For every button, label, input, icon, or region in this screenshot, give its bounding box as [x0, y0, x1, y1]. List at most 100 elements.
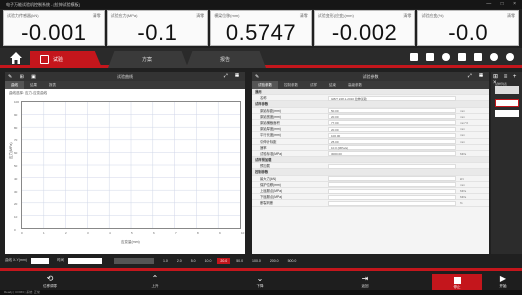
- scale-chip[interactable]: 2.0: [174, 258, 185, 264]
- x-tick-label: 1: [43, 231, 45, 235]
- param-key: 原始横截面积: [260, 120, 280, 125]
- param-unit: mm^2: [460, 120, 469, 125]
- scale-select[interactable]: [113, 257, 154, 264]
- readout-value: -0.0: [448, 20, 489, 45]
- param-key: 通用: [255, 90, 262, 94]
- subtab-result[interactable]: 结果: [24, 81, 43, 89]
- param-value-input[interactable]: 20.00: [328, 126, 456, 132]
- zero-button[interactable]: 清零: [300, 13, 308, 19]
- param-value-input[interactable]: [328, 188, 456, 194]
- settings-icon[interactable]: [490, 53, 498, 61]
- camera-icon[interactable]: [442, 53, 450, 61]
- maximize-button[interactable]: □: [501, 1, 504, 7]
- param-value-input[interactable]: GB/T 228.1-2010 拉伸试验: [328, 95, 456, 101]
- panel-header: ✎ 试验参数 ⤢ ▦: [252, 72, 489, 81]
- filter-input[interactable]: [30, 257, 49, 264]
- panel-window-icons[interactable]: ⤢ ▦: [224, 72, 242, 81]
- scale-chip[interactable]: 1.0: [160, 258, 171, 264]
- reset-icon: ⟲: [46, 274, 54, 283]
- x-tick-label: 6: [153, 231, 155, 235]
- y-tick-label: 20: [14, 202, 18, 207]
- param-value-input[interactable]: 50.00: [328, 108, 456, 114]
- param-unit: %: [460, 201, 463, 206]
- scale-chip[interactable]: 20.0: [217, 257, 231, 264]
- curve-selector-caption[interactable]: 曲线选择: 应力-应变曲线: [9, 91, 47, 96]
- params-subtab[interactable]: 结束: [323, 81, 342, 89]
- readout-bar: 试验力传感器(kN) 清零 -0.001 试验应力(MPa) 清零 -0.1 横…: [3, 10, 519, 46]
- title-bar: 电子万能试验机控制系统 - [拉伸试验模板] — □ ×: [0, 0, 522, 9]
- chart-plot: [21, 101, 241, 229]
- nav-bar: 试验 方案 报告: [0, 48, 522, 68]
- param-key: 下屈服点(MPa): [260, 195, 283, 200]
- readout-label: 试验力传感器(kN): [7, 13, 39, 18]
- monitor-icon[interactable]: [474, 53, 482, 61]
- param-key: 试样参数: [255, 102, 269, 107]
- param-value-input[interactable]: [328, 200, 456, 206]
- specimen-strip: ⊞ ≡ + × 试样列表: [491, 72, 522, 254]
- subtab-report[interactable]: 报表: [43, 81, 62, 89]
- print-icon[interactable]: [410, 53, 418, 61]
- readout-value: -0.1: [137, 20, 178, 45]
- tab-label: 报告: [220, 57, 231, 63]
- readout-displacement: 横梁位移(mm) 清零 0.5747: [210, 10, 312, 46]
- zero-button[interactable]: 清零: [93, 13, 101, 19]
- readout-value: 0.5747: [225, 20, 297, 45]
- param-key: 试验标准(MPa): [260, 151, 283, 156]
- params-subtab[interactable]: 试验参数: [252, 81, 278, 89]
- specimen-input[interactable]: [495, 110, 519, 117]
- button-label: 位移调零: [43, 284, 57, 288]
- home-icon[interactable]: [9, 51, 23, 65]
- app-window: 电子万能试验机控制系统 - [拉伸试验模板] — □ × 试验力传感器(kN) …: [0, 0, 522, 295]
- param-value-input[interactable]: 3000.00: [328, 151, 456, 157]
- param-value-input[interactable]: [328, 176, 456, 182]
- param-value-input[interactable]: [328, 182, 456, 188]
- expand-arrow-icon[interactable]: [495, 86, 519, 94]
- specimen-input[interactable]: [495, 99, 519, 107]
- param-value-input[interactable]: 77.00: [328, 120, 456, 126]
- x-tick-label: 5: [131, 231, 133, 235]
- minimize-button[interactable]: —: [486, 1, 491, 7]
- readout-label: 横梁位移(mm): [214, 13, 240, 18]
- param-unit: mm: [460, 127, 465, 132]
- params-subtab[interactable]: 试样: [304, 81, 323, 89]
- info-icon[interactable]: [506, 53, 514, 61]
- param-value-input[interactable]: [328, 163, 456, 169]
- param-unit: mm: [460, 139, 465, 144]
- params-subtab[interactable]: 控制参数: [278, 81, 304, 89]
- params-subtab[interactable]: 高级参数: [342, 81, 368, 89]
- param-value-input[interactable]: [328, 194, 456, 200]
- tab-test[interactable]: 试验: [30, 51, 102, 68]
- panel-window-icons[interactable]: ⤢ ▦: [468, 72, 486, 81]
- params-subtabs: 试验参数 控制参数 试样 结束 高级参数: [252, 81, 489, 89]
- param-value-input[interactable]: 100.00: [328, 132, 456, 138]
- test-icon: [40, 55, 49, 64]
- video-icon[interactable]: [458, 53, 466, 61]
- subtab-curve[interactable]: 曲线: [5, 81, 24, 89]
- readout-value: -0.001: [21, 20, 87, 45]
- param-unit: kN: [460, 176, 464, 181]
- zero-button[interactable]: 清零: [403, 13, 411, 19]
- param-value-input[interactable]: 20.00: [328, 114, 456, 120]
- params-panel: ✎ 试验参数 ⤢ ▦ 试验参数 控制参数 试样 结束 高级参数 通用 名称 GB/T 228…: [252, 72, 489, 254]
- param-value-input[interactable]: 10.0 (MPa/s): [328, 145, 456, 151]
- scale-chip[interactable]: 500.0: [285, 258, 300, 264]
- close-button[interactable]: ×: [513, 1, 516, 7]
- x-tick-label: 4: [109, 231, 111, 235]
- save-icon[interactable]: [426, 53, 434, 61]
- chart-area[interactable]: 曲线选择: 应力-应变曲线 应力(MPa) 100 90 80 70 60 50 40 30 2…: [5, 89, 245, 254]
- tab-scheme[interactable]: 方案: [108, 51, 188, 68]
- button-label: 开始: [499, 284, 507, 288]
- scale-chip[interactable]: 200.0: [267, 258, 282, 264]
- param-key: 最大力(kN): [260, 176, 277, 181]
- scale-chip[interactable]: 5.0: [188, 258, 199, 264]
- param-key: 平行长度(mm): [260, 133, 281, 138]
- scale-chip[interactable]: 100.0: [249, 258, 264, 264]
- zero-button[interactable]: 清零: [196, 13, 204, 19]
- scale-chip[interactable]: 50.0: [233, 258, 246, 264]
- button-label: 停止: [453, 285, 461, 289]
- scale-chip[interactable]: 10.0: [202, 258, 215, 264]
- param-value-input[interactable]: 25.00: [328, 139, 456, 144]
- time-input[interactable]: [67, 257, 102, 264]
- tab-report[interactable]: 报告: [186, 51, 266, 68]
- zero-button[interactable]: 清零: [507, 13, 515, 19]
